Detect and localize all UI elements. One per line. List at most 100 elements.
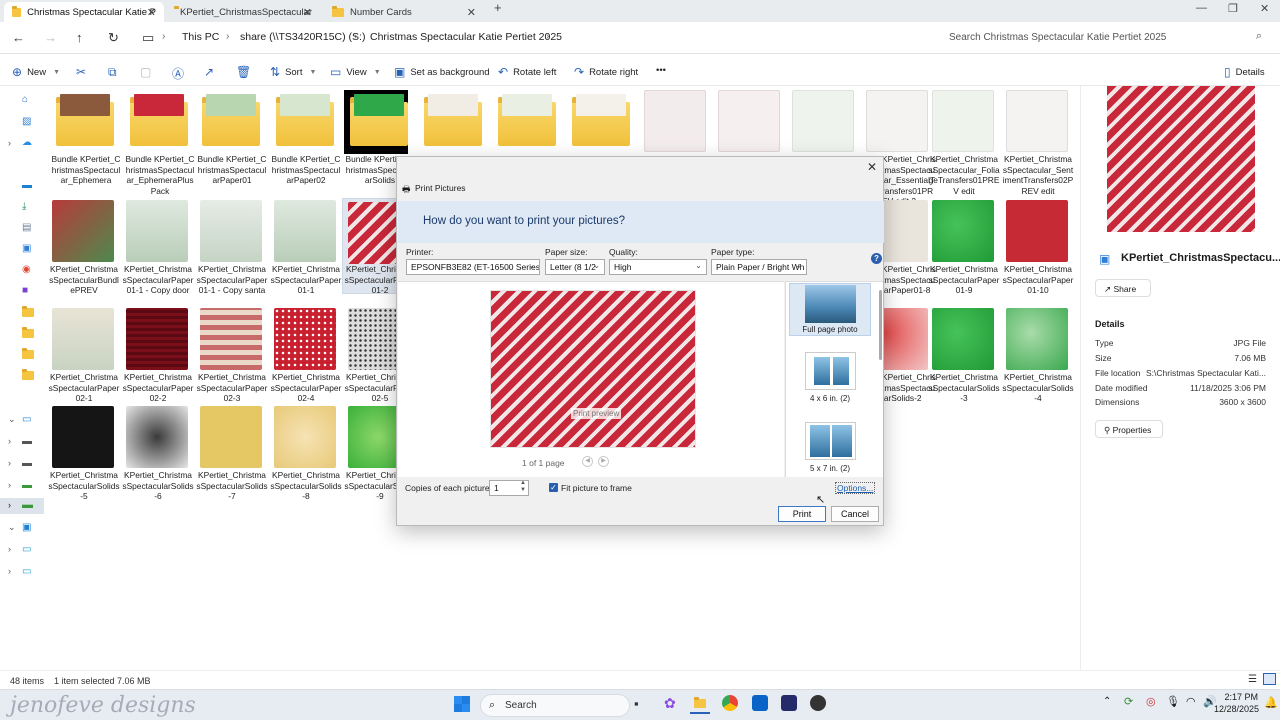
close-dialog-icon[interactable]: ✕ xyxy=(867,160,877,174)
copy-button[interactable]: ⧉ xyxy=(108,65,117,80)
share-button[interactable]: ↗ Share xyxy=(1095,279,1151,297)
print-button[interactable]: Print xyxy=(778,506,826,522)
share-button[interactable]: ↗ xyxy=(204,65,214,79)
new-button[interactable]: ⊕ New ▼ xyxy=(12,65,60,79)
delete-button[interactable]: 🗑 xyxy=(236,65,251,79)
next-page-icon[interactable]: ▶ xyxy=(598,456,609,467)
expand-icon[interactable]: › xyxy=(8,480,11,490)
layout-thumbnail[interactable] xyxy=(805,422,856,460)
app-icon[interactable] xyxy=(810,695,826,711)
tab-kpertiet[interactable]: KPertiet_ChristmasSpectacular ✕ xyxy=(166,2,320,22)
set-background-button[interactable]: ▣ Set as background xyxy=(394,65,490,79)
clock-time[interactable]: 2:17 PM xyxy=(1224,692,1258,702)
drive-icon[interactable]: ▬ xyxy=(22,436,32,447)
videos-icon[interactable]: ■ xyxy=(22,285,28,296)
breadcrumb-this-pc[interactable]: This PC xyxy=(182,31,219,43)
stepper-icon[interactable]: ▲ ▼ xyxy=(520,481,526,494)
pictures-icon[interactable]: ▣ xyxy=(22,243,31,254)
computer-icon[interactable]: ▭ xyxy=(22,566,31,577)
computer-icon[interactable]: ▭ xyxy=(22,544,31,555)
task-view-icon[interactable]: ▪ xyxy=(634,696,639,711)
cut-button[interactable]: ✂ xyxy=(76,65,86,79)
selected-nav-item[interactable]: › ▬ xyxy=(0,498,44,514)
home-icon[interactable]: ⌂ xyxy=(22,94,28,105)
fit-to-frame-checkbox[interactable]: ✓ xyxy=(549,483,558,492)
breadcrumb-folder[interactable]: Christmas Spectacular Katie Pertiet 2025 xyxy=(370,31,562,43)
expand-icon[interactable]: › xyxy=(8,138,11,148)
chevron-up-icon[interactable]: ⌃ xyxy=(1103,696,1111,707)
wifi-icon[interactable]: ◠ xyxy=(1186,695,1196,708)
chrome-icon[interactable] xyxy=(722,695,738,711)
outlook-icon[interactable] xyxy=(752,695,768,711)
clock-date[interactable]: 12/28/2025 xyxy=(1214,704,1259,714)
windows-start-icon[interactable] xyxy=(454,696,470,712)
documents-icon[interactable]: ▤ xyxy=(22,222,31,233)
expand-icon[interactable]: › xyxy=(8,436,11,446)
quality-select[interactable]: High ⌄ xyxy=(609,259,707,275)
tiles-view-icon[interactable] xyxy=(1263,673,1276,685)
drive-icon[interactable]: ▬ xyxy=(22,458,32,469)
rename-button[interactable]: Ⓐ xyxy=(172,65,184,82)
taskbar-search[interactable]: ⌕ Search xyxy=(480,694,630,717)
layout-thumbnail[interactable] xyxy=(805,352,856,390)
expand-icon[interactable]: › xyxy=(8,458,11,468)
paste-button[interactable]: ▢ xyxy=(140,65,151,79)
expand-icon[interactable]: › xyxy=(8,544,11,554)
folder-icon[interactable] xyxy=(22,369,34,383)
tab-christmas-spectacular[interactable]: Christmas Spectacular Katie P ✕ xyxy=(4,2,164,22)
expand-icon[interactable]: › xyxy=(8,566,11,576)
new-tab-icon[interactable]: + xyxy=(494,0,502,15)
help-icon[interactable]: ? xyxy=(871,253,882,264)
close-tab-icon[interactable]: ✕ xyxy=(467,6,476,19)
tray-app-icon[interactable]: ⟳ xyxy=(1124,695,1133,708)
collapse-icon[interactable]: ⌄ xyxy=(8,522,16,533)
tab-number-cards[interactable]: Number Cards ✕ xyxy=(324,2,484,22)
view-button[interactable]: ▭ View ▼ xyxy=(330,65,381,79)
microphone-icon[interactable]: 🎙 xyxy=(1166,695,1180,708)
notifications-icon[interactable]: 🔔 xyxy=(1264,696,1278,709)
close-tab-icon[interactable]: ✕ xyxy=(303,6,312,19)
search-input[interactable]: Search Christmas Spectacular Katie Perti… xyxy=(940,27,1270,49)
folder-icon[interactable] xyxy=(22,306,34,320)
options-link[interactable]: Options... xyxy=(835,482,876,494)
copies-input[interactable]: 1 ▲ ▼ xyxy=(489,480,529,496)
back-icon[interactable]: ← xyxy=(12,30,25,45)
music-icon[interactable]: ◉ xyxy=(22,264,31,275)
sort-button[interactable]: ⇅ Sort ▼ xyxy=(270,65,316,79)
refresh-icon[interactable]: ↻ xyxy=(108,30,119,46)
paper-size-select[interactable]: Letter (8 1/2 ⌄ xyxy=(545,259,605,275)
printer-select[interactable]: EPSONFB3E82 (ET-16500 Series) ⌄ xyxy=(406,259,540,275)
paper-type-select[interactable]: Plain Paper / Bright Wh ⌄ xyxy=(711,259,807,275)
layout-scrollbar[interactable] xyxy=(879,290,882,360)
breadcrumb-share[interactable]: share (\\TS3420R15C) (S:) xyxy=(240,31,365,43)
copilot-icon[interactable]: ✿ xyxy=(664,695,676,712)
folder-icon[interactable] xyxy=(22,348,34,362)
close-window-icon[interactable]: ✕ xyxy=(1260,2,1269,15)
onedrive-icon[interactable]: ☁ xyxy=(22,137,32,148)
previous-page-icon[interactable]: ◀ xyxy=(582,456,593,467)
maximize-icon[interactable]: ❐ xyxy=(1228,2,1238,15)
up-icon[interactable]: ↑ xyxy=(76,30,83,45)
list-view-icon[interactable]: ☰ xyxy=(1248,674,1257,685)
collapse-icon[interactable]: ⌄ xyxy=(8,414,16,425)
downloads-icon[interactable]: ⤓ xyxy=(22,201,26,212)
minimize-icon[interactable]: — xyxy=(1196,2,1207,14)
close-tab-icon[interactable]: ✕ xyxy=(147,6,156,19)
app-icon[interactable] xyxy=(781,695,797,711)
mouse-cursor-icon: ↖ xyxy=(816,494,826,506)
rotate-right-button[interactable]: ↷ Rotate right xyxy=(574,65,638,79)
rotate-left-button[interactable]: ↶ Rotate left xyxy=(498,65,556,79)
more-options-button[interactable]: ••• xyxy=(656,65,666,76)
forward-icon[interactable]: → xyxy=(44,30,57,45)
network-drive-icon[interactable]: ▬ xyxy=(22,480,32,491)
network-icon[interactable]: ▣ xyxy=(22,522,31,533)
tray-app-icon[interactable]: ◎ xyxy=(1146,695,1156,708)
details-button[interactable]: ▯ Details xyxy=(1224,65,1265,79)
cancel-button[interactable]: Cancel xyxy=(831,506,879,522)
desktop-icon[interactable]: ▬ xyxy=(22,180,32,191)
this-pc-icon[interactable]: ▭ xyxy=(22,414,31,425)
file-explorer-taskbar-icon[interactable] xyxy=(690,696,710,714)
properties-button[interactable]: ⚲ Properties xyxy=(1095,420,1163,438)
gallery-icon[interactable]: ▨ xyxy=(22,116,31,127)
folder-icon[interactable] xyxy=(22,327,34,341)
